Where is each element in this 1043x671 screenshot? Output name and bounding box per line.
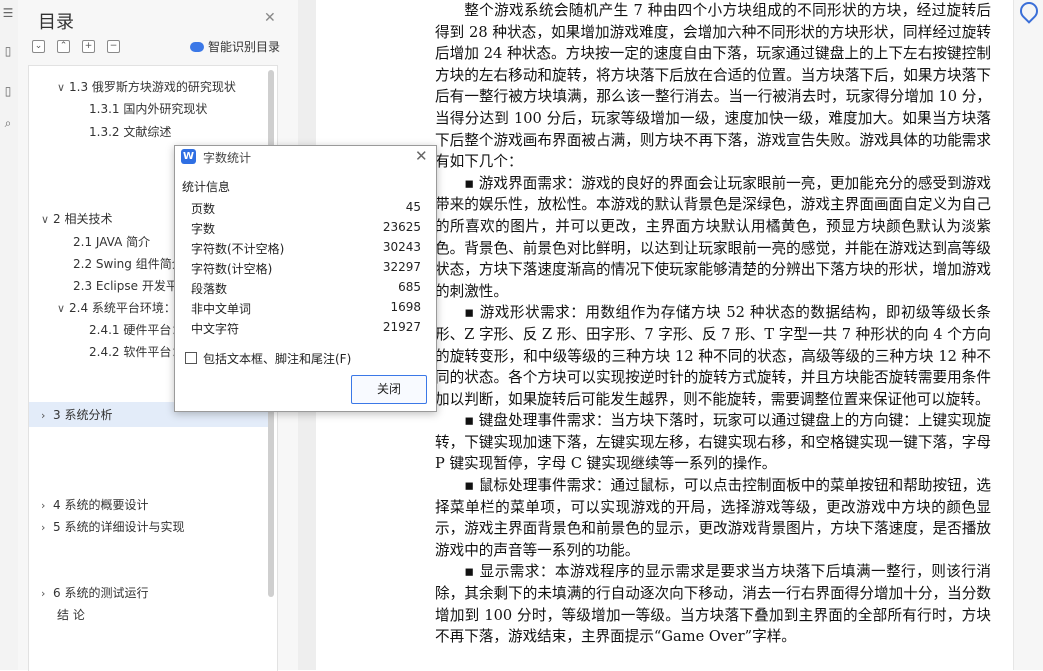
- right-sidebar: [1013, 0, 1043, 670]
- toc-item-label: 1.3.2 文献综述: [89, 125, 172, 139]
- stat-label: 字数: [191, 222, 216, 236]
- checkbox-box[interactable]: [185, 352, 197, 364]
- toc-item[interactable]: ∨ 1.3 俄罗斯方块游戏的研究现状: [57, 78, 236, 95]
- stat-label: 段落数: [191, 282, 228, 296]
- stat-row: 字符数(计空格) 32297: [191, 258, 421, 278]
- toc-item[interactable]: 2.4.2 软件平台：: [89, 343, 183, 360]
- toc-item[interactable]: 1.3.2 文献综述: [89, 123, 171, 140]
- toc-item[interactable]: 2.2 Swing 组件简介: [73, 255, 184, 272]
- toc-item-label: 2.4.2 软件平台：: [89, 345, 184, 359]
- section-label: 统计信息: [182, 180, 231, 194]
- stat-label: 页数: [191, 202, 216, 216]
- chevron-right-icon: ›: [41, 521, 46, 534]
- smart-toc-icon: [190, 42, 204, 52]
- smart-toc-label: 智能识别目录: [208, 40, 281, 54]
- toc-item[interactable]: › 4 系统的概要设计: [41, 496, 148, 513]
- stat-value: 30243: [382, 240, 421, 254]
- stat-value: 23625: [382, 220, 421, 234]
- toc-item[interactable]: 结 论: [57, 606, 85, 623]
- stat-row: 非中文单词 1698: [191, 298, 421, 318]
- dialog-title: 字数统计: [203, 151, 252, 165]
- toc-item[interactable]: ∨ 2 相关技术: [41, 210, 112, 227]
- toc-item[interactable]: ∨ 2.4 系统平台环境：: [57, 299, 176, 316]
- toc-item[interactable]: 2.4.1 硬件平台：: [89, 321, 183, 338]
- stat-value: 21927: [382, 320, 421, 334]
- paragraph: ▪ 鼠标处理事件需求：通过鼠标，可以点击控制面板中的菜单按钮和帮助按钮，选择菜单…: [435, 477, 991, 559]
- left-rail: ☰ ▯ ▯ ⌕: [0, 0, 19, 670]
- toc-item-label: 1.3.1 国内外研究现状: [89, 102, 208, 116]
- stat-row: 中文字符 21927: [191, 318, 421, 338]
- chevron-right-icon: ›: [41, 409, 46, 422]
- toc-item-label: 2.3 Eclipse 开发平台: [73, 279, 190, 293]
- paragraph: ▪ 键盘处理事件需求：当方块下落时，玩家可以通过键盘上的方向键：上键实现旋转，下…: [435, 412, 991, 473]
- chevron-down-icon: ∨: [57, 302, 66, 315]
- paragraph: ▪ 游戏界面需求：游戏的良好的界面会让玩家眼前一亮，更加能充分的感受到游戏带来的…: [435, 174, 991, 300]
- toc-item[interactable]: 1.3.1 国内外研究现状: [89, 100, 207, 117]
- toc-item-label: 4 系统的概要设计: [53, 498, 149, 512]
- stat-label: 字符数(计空格): [191, 262, 273, 276]
- toc-item-label: 5 系统的详细设计与实现: [53, 520, 185, 534]
- stat-row: 字符数(不计空格) 30243: [191, 238, 421, 258]
- stat-row: 段落数 685: [191, 278, 421, 298]
- search-icon[interactable]: ⌕: [0, 112, 16, 134]
- stat-label: 中文字符: [191, 322, 240, 336]
- menu-icon[interactable]: ☰: [0, 2, 16, 24]
- chevron-down-icon: ∨: [57, 81, 66, 94]
- wps-logo-icon: W: [181, 149, 196, 164]
- toc-item-label: 6 系统的测试运行: [53, 586, 149, 600]
- toc-item-label: 2 相关技术: [53, 212, 113, 226]
- paragraph: 整个游戏系统会随机产生 7 种由四个小方块组成的不同形状的方块，经过旋转后得到 …: [435, 2, 991, 171]
- minus-icon[interactable]: −: [107, 40, 120, 53]
- toc-title: 目录: [38, 12, 74, 33]
- stat-row: 字数 23625: [191, 218, 421, 238]
- toc-item-label: 2.4.1 硬件平台：: [89, 323, 184, 337]
- toc-item[interactable]: › 5 系统的详细设计与实现: [41, 518, 184, 535]
- chevron-right-icon: ›: [41, 587, 46, 600]
- word-count-dialog: W 字数统计 ✕ 统计信息 页数 45 字数 23625 字符数(不计空格) 3024…: [174, 145, 437, 412]
- close-icon[interactable]: ✕: [264, 10, 276, 26]
- stat-value: 32297: [382, 260, 421, 274]
- add-icon[interactable]: +: [82, 40, 95, 53]
- stat-value: 1698: [390, 300, 421, 314]
- stat-value: 685: [398, 280, 421, 294]
- toc-item-label: 结 论: [57, 608, 85, 622]
- page-icon[interactable]: ▯: [0, 80, 16, 102]
- chevron-right-icon: ›: [41, 499, 46, 512]
- paragraph: ▪ 显示需求：本游戏程序的显示需求是要求当方块落下后填满一整行，则该行消除，其余…: [435, 563, 991, 646]
- toc-item[interactable]: 2.3 Eclipse 开发平台: [73, 277, 190, 294]
- close-icon[interactable]: ✕: [415, 147, 428, 165]
- stat-label: 字符数(不计空格): [191, 242, 285, 256]
- toc-item-label: 2.2 Swing 组件简介: [73, 257, 184, 271]
- dialog-header[interactable]: W 字数统计 ✕: [175, 146, 436, 168]
- bookmark-icon[interactable]: ▯: [0, 40, 16, 62]
- toc-item-label: 3 系统分析: [53, 408, 113, 422]
- chevron-down-icon: ∨: [41, 213, 50, 226]
- toc-item-label: 1.3 俄罗斯方块游戏的研究现状: [69, 80, 236, 94]
- toc-item[interactable]: 2.1 JAVA 简介: [73, 233, 150, 250]
- toc-item-label: 2.4 系统平台环境：: [69, 301, 176, 315]
- document-text: 整个游戏系统会随机产生 7 种由四个小方块组成的不同形状的方块，经过旋转后得到 …: [435, 0, 991, 648]
- paragraph: ▪ 游戏形状需求：用数组作为存储方块 52 种状态的数据结构，即初级等级长条形、…: [435, 304, 991, 408]
- checkbox-label: 包括文本框、脚注和尾注(F): [203, 352, 352, 366]
- include-textbox-checkbox[interactable]: 包括文本框、脚注和尾注(F): [185, 350, 351, 367]
- stat-label: 非中文单词: [191, 302, 252, 316]
- smart-toc-button[interactable]: 智能识别目录: [190, 38, 280, 55]
- stat-row: 页数 45: [191, 198, 421, 218]
- expand-up-icon[interactable]: ⌃: [57, 40, 70, 53]
- collapse-all-icon[interactable]: ⌄: [32, 40, 45, 53]
- toc-item[interactable]: › 6 系统的测试运行: [41, 584, 148, 601]
- close-button[interactable]: 关闭: [351, 375, 427, 404]
- stat-value: 45: [405, 200, 421, 214]
- toc-item-label: 2.1 JAVA 简介: [73, 235, 151, 249]
